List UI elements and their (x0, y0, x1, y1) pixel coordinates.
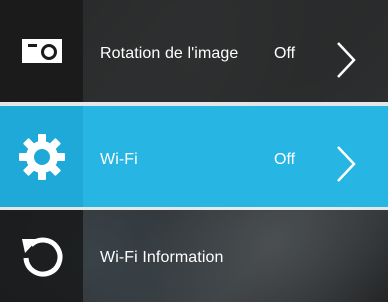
menu-item-wifi-information[interactable]: Wi-Fi Information (0, 210, 388, 302)
menu-item-wifi[interactable]: Wi-Fi Off (0, 106, 388, 207)
icon-panel (0, 0, 83, 102)
icon-panel (0, 106, 83, 207)
camera-rotation-icon (21, 39, 62, 63)
gear-icon (18, 133, 65, 180)
menu-item-image-rotation[interactable]: Rotation de l'image Off (0, 0, 388, 102)
menu-item-value: Off (274, 151, 296, 168)
reset-icon (21, 237, 62, 277)
menu-item-label: Wi-Fi Information (100, 249, 224, 266)
menu-item-label: Wi-Fi (100, 151, 138, 168)
menu-item-label: Rotation de l'image (100, 45, 239, 62)
camera-settings-screen: Rotation de l'image Off Wi-Fi Off Wi-Fi … (0, 0, 388, 302)
chevron-right-icon[interactable] (334, 144, 358, 184)
menu-item-value: Off (274, 45, 296, 62)
chevron-right-icon[interactable] (334, 40, 358, 80)
icon-panel (0, 210, 83, 302)
